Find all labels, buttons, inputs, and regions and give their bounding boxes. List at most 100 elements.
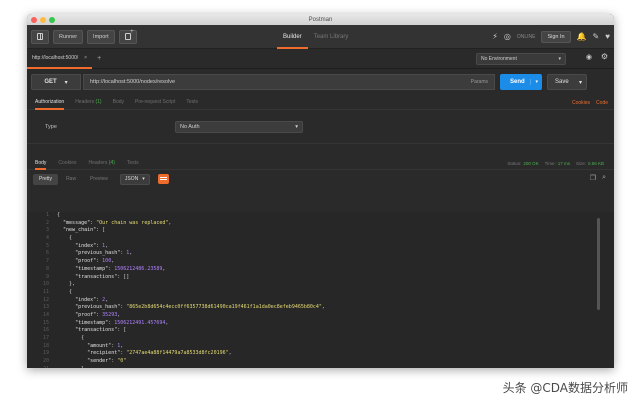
- request-subtabs: Authorization Headers (1) Body Pre-reque…: [27, 95, 614, 110]
- code-text: "timestamp": 1506212491.457694,: [75, 319, 169, 326]
- line-number: 1: [45, 212, 49, 218]
- auth-type-value: No Auth: [180, 123, 200, 130]
- method-select[interactable]: GET ▾: [31, 74, 81, 90]
- code-text: "transactions": [: [75, 327, 127, 334]
- request-links: Cookies Code: [572, 95, 608, 110]
- tab-response-headers[interactable]: Headers (4): [88, 156, 114, 170]
- close-tab-icon[interactable]: ×: [84, 55, 87, 61]
- headers-count: (1): [95, 98, 102, 105]
- gear-icon[interactable]: ⚙: [601, 52, 608, 61]
- code-text: {: [57, 212, 61, 218]
- tab-pre-request-script[interactable]: Pre-request Script: [135, 95, 175, 110]
- toggle-sidebar-button[interactable]: [31, 29, 49, 44]
- line-number: 18: [42, 342, 49, 349]
- heart-icon[interactable]: ♥: [605, 33, 610, 41]
- sync-status: ONLINE: [516, 34, 536, 40]
- auth-panel: Type No Auth ▾: [27, 110, 614, 144]
- request-tab[interactable]: http://localhost:5000/ ×: [27, 49, 93, 69]
- notifications-icon[interactable]: 🔔: [577, 33, 587, 41]
- cookies-link[interactable]: Cookies: [572, 100, 590, 106]
- tab-team-library[interactable]: Team Library: [308, 25, 355, 49]
- time-value: 17 ms: [557, 160, 570, 166]
- scrollbar[interactable]: [597, 218, 600, 310]
- chevron-down-icon[interactable]: ▾: [579, 79, 582, 86]
- wrap-lines-icon[interactable]: [157, 174, 169, 184]
- format-type-select[interactable]: JSON ▾: [119, 173, 150, 185]
- search-icon[interactable]: ⌕: [602, 174, 606, 182]
- environment-value: No Environment: [481, 56, 517, 62]
- code-line: 15 "timestamp": 1506212491.457694,: [27, 320, 614, 328]
- code-line: 1{: [27, 212, 614, 220]
- window-title: Postman: [308, 16, 333, 23]
- code-line: 2 "message": "Our chain was replaced",: [27, 220, 614, 228]
- send-button[interactable]: Send ▾: [500, 74, 542, 90]
- auth-type-label: Type: [45, 123, 57, 130]
- runner-button[interactable]: Runner: [53, 29, 84, 44]
- pretty-button[interactable]: Pretty: [33, 173, 59, 185]
- tab-response-body[interactable]: Body: [35, 156, 47, 170]
- code-line: 16 "transactions": [: [27, 327, 614, 335]
- request-tab-label: http://localhost:5000/: [32, 54, 79, 61]
- code-line: 21 }: [27, 366, 614, 368]
- chevron-down-icon: ▾: [142, 176, 145, 182]
- tab-builder[interactable]: Builder: [277, 25, 308, 49]
- code-text: "proof": 35293,: [75, 311, 121, 318]
- postman-window: Postman Runner Import Builder Team Libra…: [27, 14, 614, 368]
- sidebar-icon: [37, 33, 43, 40]
- raw-button[interactable]: Raw: [60, 174, 82, 185]
- copy-icon[interactable]: ❐: [590, 174, 596, 182]
- tab-tests[interactable]: Tests: [186, 95, 198, 110]
- sync-icon[interactable]: ◎: [504, 33, 511, 41]
- url-bar: GET ▾ http://localhost:5000/nodes/resolv…: [27, 69, 614, 95]
- code-line: 9 "transactions": []: [27, 274, 614, 282]
- url-input[interactable]: http://localhost:5000/nodes/resolve Para…: [83, 74, 495, 90]
- line-number: 11: [42, 288, 49, 295]
- tab-authorization[interactable]: Authorization: [35, 95, 65, 110]
- import-button[interactable]: Import: [87, 29, 115, 44]
- new-window-icon: [124, 29, 134, 40]
- sign-in-button[interactable]: Sign In: [541, 31, 571, 43]
- line-number: 8: [45, 265, 49, 272]
- code-text: {: [57, 335, 85, 341]
- code-line: 17 {: [27, 335, 614, 343]
- line-number: 12: [42, 296, 49, 303]
- code-text: "proof": 100,: [75, 258, 115, 265]
- settings-wrench-icon[interactable]: ✎: [593, 33, 600, 41]
- code-text: "index": 2,: [75, 296, 109, 303]
- code-text: "recipient": "2747ae4a88f14479a7a8533d8f…: [87, 350, 232, 357]
- code-line: 20 "sender": "0": [27, 358, 614, 366]
- environment-select[interactable]: No Environment ▾: [476, 53, 566, 65]
- save-label: Save: [555, 79, 569, 85]
- send-label: Send: [510, 79, 525, 85]
- tab-response-cookies[interactable]: Cookies: [58, 156, 76, 170]
- title-bar: Postman: [27, 14, 614, 25]
- main-toolbar: Runner Import Builder Team Library ⚡ ◎ O…: [27, 25, 614, 49]
- line-number: 19: [42, 350, 49, 357]
- tab-headers[interactable]: Headers (1): [75, 95, 101, 110]
- params-button[interactable]: Params: [471, 79, 488, 85]
- code-line: 10 },: [27, 281, 614, 289]
- chevron-down-icon[interactable]: ▾: [530, 79, 538, 85]
- status-label: Status:: [507, 160, 522, 166]
- code-link[interactable]: Code: [596, 100, 608, 106]
- format-type-value: JSON: [124, 176, 139, 182]
- line-number: 14: [42, 311, 49, 318]
- code-line: 6 "previous_hash": 1,: [27, 250, 614, 258]
- response-body-code[interactable]: 1{2 "message": "Our chain was replaced",…: [27, 212, 614, 368]
- add-tab-icon[interactable]: +: [97, 55, 101, 62]
- code-line: 13 "previous_hash": "865e2b8d654c4ecc0ff…: [27, 304, 614, 312]
- line-number: 6: [45, 250, 49, 257]
- tab-body[interactable]: Body: [113, 95, 124, 110]
- eye-icon[interactable]: ◉: [586, 53, 592, 61]
- tab-response-tests[interactable]: Tests: [127, 156, 139, 170]
- auth-type-select[interactable]: No Auth ▾: [175, 120, 303, 133]
- code-text: "previous_hash": 1,: [75, 250, 133, 257]
- url-value: http://localhost:5000/nodes/resolve: [90, 79, 176, 85]
- code-line: 7 "proof": 100,: [27, 258, 614, 266]
- save-button[interactable]: Save ▾: [547, 74, 587, 90]
- code-text: "previous_hash": "865e2b8d654c4ecc0ff635…: [75, 304, 325, 311]
- interceptor-icon[interactable]: ⚡: [492, 33, 498, 41]
- new-window-button[interactable]: [118, 29, 137, 44]
- line-number: 4: [45, 235, 49, 242]
- preview-button[interactable]: Preview: [84, 174, 114, 185]
